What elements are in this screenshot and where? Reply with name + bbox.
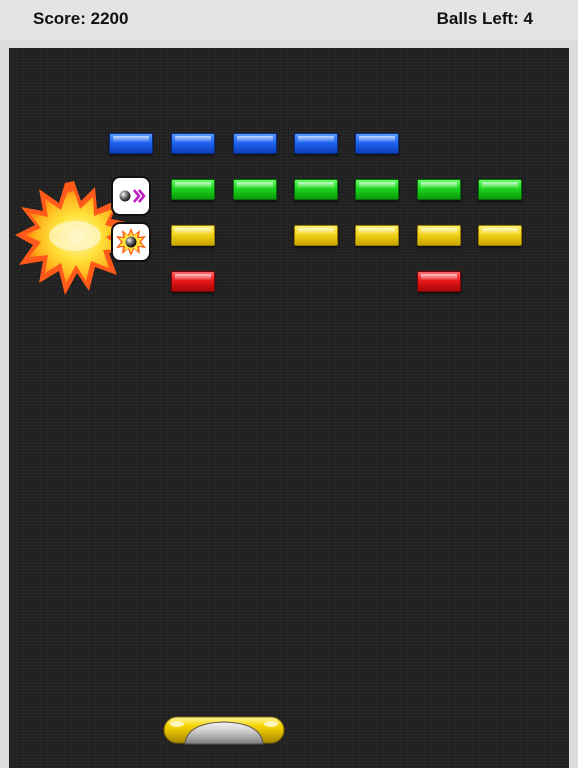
- brick-yellow: [478, 225, 522, 246]
- explosive-ball-icon: [116, 228, 146, 256]
- brick-yellow: [171, 225, 215, 246]
- game-playfield[interactable]: [9, 48, 569, 768]
- brick-blue: [109, 133, 153, 154]
- brick-blue: [355, 133, 399, 154]
- brick-yellow: [417, 225, 461, 246]
- brick-blue: [294, 133, 338, 154]
- paddle-icon[interactable]: [163, 714, 285, 746]
- brick-green: [355, 179, 399, 200]
- brick-green: [233, 179, 277, 200]
- brick-blue: [233, 133, 277, 154]
- brick-yellow: [355, 225, 399, 246]
- brick-red: [171, 271, 215, 292]
- brick-yellow: [294, 225, 338, 246]
- hud-bar: Score: 2200 Balls Left: 4: [0, 0, 578, 40]
- brick-green: [171, 179, 215, 200]
- powerup-speed-ball: [111, 176, 151, 216]
- brick-blue: [171, 133, 215, 154]
- brick-green: [417, 179, 461, 200]
- balls-left-label: Balls Left: 4: [436, 9, 533, 28]
- ball-speed-icon: [119, 189, 146, 203]
- brick-green: [478, 179, 522, 200]
- brick-red: [417, 271, 461, 292]
- powerup-explosive-ball: [111, 222, 151, 262]
- score-label: Score: 2200: [33, 9, 129, 28]
- brick-green: [294, 179, 338, 200]
